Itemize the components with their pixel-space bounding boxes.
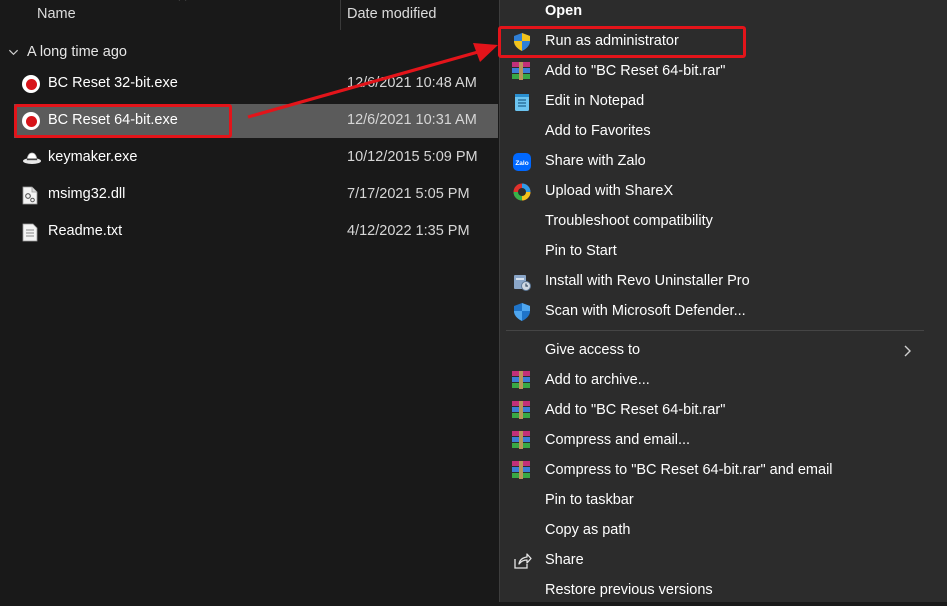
file-date-modified: 10/12/2015 5:09 PM [347, 149, 478, 165]
column-header-row: Name Date modified [0, 0, 500, 30]
file-date-modified: 4/12/2022 1:35 PM [347, 223, 470, 239]
file-date-modified: 12/6/2021 10:48 AM [347, 75, 477, 91]
menu-item-label: Compress and email... [545, 432, 691, 448]
file-row[interactable]: keymaker.exe 10/12/2015 5:09 PM [14, 141, 498, 175]
column-header-date-modified[interactable]: Date modified [347, 6, 436, 22]
menu-item-label: Add to "BC Reset 64-bit.rar" [545, 63, 726, 79]
menu-item-label: Pin to Start [545, 243, 617, 259]
menu-separator [506, 330, 924, 331]
menu-item-share[interactable]: Share [500, 546, 947, 576]
column-separator[interactable] [340, 0, 341, 30]
menu-item-label: Add to Favorites [545, 123, 651, 139]
menu-item-label: Edit in Notepad [545, 93, 645, 109]
text-file-icon [22, 223, 40, 242]
file-name: msimg32.dll [48, 186, 126, 202]
menu-item-upload-with-sharex[interactable]: Upload with ShareX [500, 177, 947, 207]
svg-text:Zalo: Zalo [515, 160, 528, 167]
menu-item-troubleshoot-compatibility[interactable]: Troubleshoot compatibility [500, 207, 947, 237]
file-row-selected[interactable]: BC Reset 64-bit.exe 12/6/2021 10:31 AM [14, 104, 498, 138]
menu-item-label: Install with Revo Uninstaller Pro [545, 273, 750, 289]
menu-item-label: Open [545, 3, 583, 19]
menu-item-copy-as-path[interactable]: Copy as path [500, 516, 947, 546]
chevron-down-icon [8, 49, 19, 55]
column-header-name[interactable]: Name [37, 6, 76, 22]
sort-indicator-icon [178, 0, 187, 1]
share-icon [512, 551, 532, 571]
file-name: keymaker.exe [48, 149, 138, 165]
sharex-icon [512, 182, 532, 202]
menu-item-label: Upload with ShareX [545, 183, 674, 199]
menu-item-compress-to-rar-and-email[interactable]: Compress to "BC Reset 64-bit.rar" and em… [500, 456, 947, 486]
menu-item-add-to-rar[interactable]: Add to "BC Reset 64-bit.rar" [500, 57, 947, 87]
menu-item-label: Add to "BC Reset 64-bit.rar" [545, 402, 726, 418]
menu-item-label: Restore previous versions [545, 582, 713, 598]
menu-item-open[interactable]: Open [500, 0, 947, 27]
winrar-icon [512, 371, 532, 391]
file-row[interactable]: BC Reset 32-bit.exe 12/6/2021 10:48 AM [14, 67, 498, 101]
dll-file-icon [22, 186, 40, 205]
menu-item-label: Copy as path [545, 522, 631, 538]
menu-item-label: Pin to taskbar [545, 492, 634, 508]
file-name: Readme.txt [48, 223, 123, 239]
file-date-modified: 12/6/2021 10:31 AM [347, 112, 477, 128]
winrar-icon [512, 461, 532, 481]
file-explorer-pane: Name Date modified A long time ago BC Re… [0, 0, 500, 602]
menu-item-pin-to-start[interactable]: Pin to Start [500, 237, 947, 267]
menu-item-label: Troubleshoot compatibility [545, 213, 713, 229]
file-name: BC Reset 64-bit.exe [48, 112, 178, 128]
group-header[interactable]: A long time ago [8, 42, 127, 62]
chevron-right-icon [904, 345, 911, 357]
menu-item-pin-to-taskbar[interactable]: Pin to taskbar [500, 486, 947, 516]
menu-item-give-access-to[interactable]: Give access to [500, 336, 947, 366]
menu-item-add-to-rar-2[interactable]: Add to "BC Reset 64-bit.rar" [500, 396, 947, 426]
notepad-icon [512, 92, 532, 112]
group-label: A long time ago [27, 44, 127, 60]
menu-item-label: Share [545, 552, 584, 568]
menu-item-label: Give access to [545, 342, 641, 358]
menu-item-compress-and-email[interactable]: Compress and email... [500, 426, 947, 456]
menu-item-add-to-favorites[interactable]: Add to Favorites [500, 117, 947, 147]
menu-item-run-as-administrator[interactable]: Run as administrator [500, 27, 947, 57]
winrar-icon [512, 62, 532, 82]
record-icon [22, 112, 40, 130]
menu-item-label: Add to archive... [545, 372, 650, 388]
menu-item-label: Run as administrator [545, 33, 679, 49]
menu-item-share-with-zalo[interactable]: Zalo Share with Zalo [500, 147, 947, 177]
winrar-icon [512, 401, 532, 421]
file-row[interactable]: msimg32.dll 7/17/2021 5:05 PM [14, 178, 498, 212]
context-menu: Open Run as administrator Add to "BC Res… [499, 0, 947, 602]
uac-shield-icon [512, 32, 532, 52]
zalo-icon: Zalo [512, 152, 532, 172]
menu-item-add-to-archive[interactable]: Add to archive... [500, 366, 947, 396]
menu-item-label: Compress to "BC Reset 64-bit.rar" and em… [545, 462, 833, 478]
menu-item-edit-in-notepad[interactable]: Edit in Notepad [500, 87, 947, 117]
file-date-modified: 7/17/2021 5:05 PM [347, 186, 470, 202]
menu-item-scan-with-defender[interactable]: Scan with Microsoft Defender... [500, 297, 947, 327]
menu-item-install-with-revo[interactable]: Install with Revo Uninstaller Pro [500, 267, 947, 297]
record-icon [22, 75, 40, 93]
keymaker-icon [22, 149, 41, 167]
file-name: BC Reset 32-bit.exe [48, 75, 178, 91]
revo-uninstaller-icon [512, 272, 532, 292]
file-row[interactable]: Readme.txt 4/12/2022 1:35 PM [14, 215, 498, 249]
menu-item-label: Scan with Microsoft Defender... [545, 303, 746, 319]
menu-item-label: Share with Zalo [545, 153, 646, 169]
winrar-icon [512, 431, 532, 451]
defender-shield-icon [512, 302, 532, 322]
